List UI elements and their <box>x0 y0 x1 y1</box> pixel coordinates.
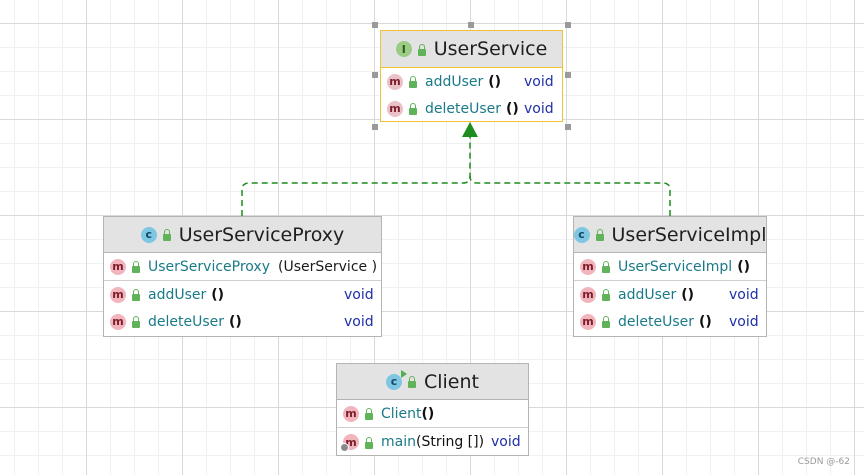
userserviceimpl-class-box[interactable]: c UserServiceImpl m UserServiceImpl () m… <box>573 216 767 337</box>
userservice-interface-box[interactable]: I UserService m addUser () void m delete… <box>380 30 563 122</box>
method-parens: () <box>681 286 695 303</box>
public-lock-icon <box>365 408 373 420</box>
userserviceproxy-method-deleteuser[interactable]: m deleteUser () void <box>104 308 381 335</box>
method-icon: m <box>580 313 596 330</box>
userservice-method-deleteuser[interactable]: m deleteUser () void <box>381 95 562 122</box>
proxy-implements-line <box>241 137 471 216</box>
constructor-parens: () <box>421 405 435 422</box>
userserviceimpl-constructor[interactable]: m UserServiceImpl () <box>574 253 766 280</box>
public-lock-icon <box>162 229 171 241</box>
public-lock-icon <box>595 229 604 241</box>
return-type: void <box>344 313 374 330</box>
client-constructor[interactable]: m Client () <box>337 400 528 427</box>
userserviceproxy-class-box[interactable]: c UserServiceProxy m UserServiceProxy (U… <box>103 216 382 337</box>
public-lock-icon <box>365 436 373 449</box>
return-type: void <box>524 100 554 117</box>
method-parens: () <box>699 313 712 330</box>
method-icon: m <box>110 313 126 330</box>
watermark: CSDN @-62 <box>797 457 850 467</box>
userserviceproxy-title: UserServiceProxy <box>178 223 345 246</box>
userserviceimpl-method-adduser[interactable]: m addUser () void <box>574 281 766 308</box>
userserviceproxy-header[interactable]: c UserServiceProxy <box>104 217 381 253</box>
method-icon: m <box>387 100 403 117</box>
method-name: addUser <box>425 73 484 90</box>
interface-icon: I <box>395 41 412 57</box>
public-lock-icon <box>602 261 610 273</box>
method-name: deleteUser <box>425 100 502 117</box>
resize-handle-br[interactable] <box>565 124 571 130</box>
public-lock-icon <box>602 289 610 301</box>
method-parens: () <box>506 100 519 117</box>
public-lock-icon <box>132 289 140 301</box>
public-lock-icon <box>132 261 140 273</box>
resize-handle-bl[interactable] <box>372 124 378 130</box>
constructor-name: Client <box>381 405 422 422</box>
resize-handle-mr[interactable] <box>565 72 571 78</box>
return-type: void <box>491 434 521 450</box>
method-icon: m <box>343 405 359 422</box>
public-lock-icon <box>417 43 426 56</box>
constructor-name: UserServiceImpl <box>618 258 733 275</box>
public-lock-icon <box>407 376 416 388</box>
static-method-icon: m <box>340 434 359 452</box>
public-lock-icon <box>409 76 417 88</box>
method-icon: m <box>110 258 126 275</box>
userserviceproxy-constructor[interactable]: m UserServiceProxy (UserService ) <box>104 253 381 280</box>
method-parens: () <box>211 286 225 303</box>
constructor-params: (UserService ) <box>278 258 378 275</box>
method-name: deleteUser <box>148 313 225 330</box>
userserviceimpl-title: UserServiceImpl <box>611 223 767 246</box>
userservice-title: UserService <box>433 38 548 60</box>
method-name: addUser <box>148 286 207 303</box>
run-badge-icon <box>400 369 407 378</box>
userservice-header[interactable]: I UserService <box>381 31 562 68</box>
client-title: Client <box>423 370 479 393</box>
return-type: void <box>524 73 554 90</box>
method-name: addUser <box>618 286 677 303</box>
method-icon: m <box>110 286 126 303</box>
userserviceimpl-header[interactable]: c UserServiceImpl <box>573 217 767 253</box>
userserviceimpl-method-deleteuser[interactable]: m deleteUser () void <box>574 308 766 335</box>
return-type: void <box>729 313 759 330</box>
resize-handle-tr[interactable] <box>565 22 571 28</box>
public-lock-icon <box>132 316 140 328</box>
method-parens: () <box>488 73 502 90</box>
class-icon: c <box>140 226 157 243</box>
runnable-class-icon: c <box>385 369 407 390</box>
method-name: main <box>381 434 416 450</box>
resize-handle-tl[interactable] <box>372 22 378 28</box>
method-parens: () <box>229 313 242 330</box>
method-icon: m <box>580 258 596 275</box>
method-icon: m <box>387 73 403 90</box>
method-params: (String []) <box>415 434 485 450</box>
method-icon: m <box>580 286 596 303</box>
static-marker-icon <box>340 443 349 452</box>
constructor-parens: () <box>737 258 750 275</box>
inheritance-arrowhead <box>462 122 478 137</box>
impl-implements-line <box>469 175 671 216</box>
client-class-box[interactable]: c Client m Client () m main (String []) … <box>336 363 529 456</box>
return-type: void <box>729 286 759 303</box>
public-lock-icon <box>409 103 417 115</box>
client-header[interactable]: c Client <box>337 364 528 400</box>
method-name: deleteUser <box>618 313 695 330</box>
userserviceproxy-method-adduser[interactable]: m addUser () void <box>104 281 381 308</box>
resize-handle-ml[interactable] <box>372 72 378 78</box>
constructor-name: UserServiceProxy <box>148 258 271 275</box>
client-method-main[interactable]: m main (String []) void <box>337 428 528 456</box>
return-type: void <box>344 286 374 303</box>
userservice-method-adduser[interactable]: m addUser () void <box>381 68 562 95</box>
class-icon: c <box>573 226 590 243</box>
public-lock-icon <box>602 316 610 328</box>
resize-handle-tc[interactable] <box>468 22 474 28</box>
